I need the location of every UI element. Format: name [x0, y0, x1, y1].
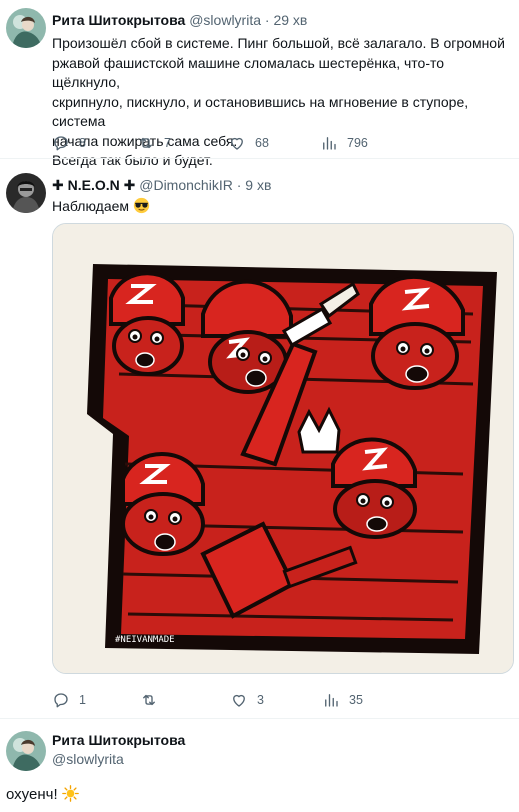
tweet-3[interactable]: Рита Шитокрытова @slowlyrita охуенч! [0, 718, 519, 812]
tweet-text: Наблюдаем [52, 197, 508, 217]
views-button[interactable]: 35 [322, 691, 363, 709]
image-watermark: #NEIVANMADE [115, 635, 175, 645]
tweet-actions: 1 3 35 [52, 691, 492, 711]
like-count: 68 [255, 136, 269, 150]
reply-count: 8 [79, 136, 86, 150]
display-name[interactable]: Рита Шитокрытова [52, 732, 185, 748]
user-handle[interactable]: @slowlyrita [189, 12, 261, 28]
views-button[interactable]: 796 [320, 134, 368, 152]
views-count: 35 [349, 693, 363, 707]
like-button[interactable]: 3 [230, 691, 264, 709]
views-icon [325, 694, 338, 707]
tweet-header: Рита Шитокрытова @slowlyrita [52, 732, 185, 767]
views-icon [323, 137, 336, 150]
tweet-text-line: ржавой фашистской машине сломалась шесте… [52, 54, 445, 91]
like-icon [233, 694, 245, 707]
tweet-text-line: Произошёл сбой в системе. Пинг большой, … [52, 35, 505, 51]
views-count: 796 [347, 136, 368, 150]
retweet-icon [143, 694, 155, 706]
timestamp[interactable]: 9 хв [245, 177, 271, 193]
avatar[interactable] [6, 173, 46, 213]
tweet-text-body: охуенч! [6, 786, 58, 803]
separator-dot: · [236, 177, 242, 193]
separator-dot: · [264, 12, 270, 28]
like-count: 3 [257, 693, 264, 707]
sunglasses-emoji-icon [133, 197, 150, 214]
tweet-image[interactable]: #NEIVANMADE [52, 223, 514, 674]
tweet-header: ✚ N.E.O.N ✚ @DimonchikIR · 9 хв [52, 177, 271, 194]
avatar[interactable] [6, 8, 46, 48]
tweet-text-body: Наблюдаем [52, 198, 130, 214]
tweet-2[interactable]: ✚ N.E.O.N ✚ @DimonchikIR · 9 хв Наблюдае… [0, 158, 519, 719]
reply-icon [54, 693, 68, 708]
display-name[interactable]: Рита Шитокрытова [52, 12, 185, 28]
retweet-icon [140, 137, 152, 149]
reply-button[interactable]: 1 [52, 691, 86, 709]
linocut-artwork: #NEIVANMADE [53, 224, 513, 673]
reply-button[interactable]: 8 [52, 134, 86, 152]
tweet-text: охуенч! [6, 785, 462, 805]
retweet-count: 7 [164, 136, 171, 150]
user-handle[interactable]: @DimonchikIR [139, 177, 233, 193]
tweet-header: Рита Шитокрытова @slowlyrita · 29 хв [52, 12, 307, 28]
reply-icon [54, 136, 68, 151]
tweet-text-line: скрипнуло, пискнуло, и остановившись на … [52, 93, 469, 130]
timestamp[interactable]: 29 хв [273, 12, 307, 28]
sun-emoji-icon [61, 785, 79, 802]
like-button[interactable]: 68 [228, 134, 269, 152]
retweet-button[interactable] [140, 691, 167, 709]
display-name[interactable]: ✚ N.E.O.N ✚ [52, 177, 135, 193]
retweet-button[interactable]: 7 [137, 134, 171, 152]
like-icon [231, 137, 243, 150]
reply-count: 1 [79, 693, 86, 707]
tweet-1[interactable]: Рита Шитокрытова @slowlyrita · 29 хв Про… [0, 0, 519, 168]
tweet-actions: 8 7 68 796 [52, 134, 492, 154]
avatar[interactable] [6, 731, 46, 771]
user-handle[interactable]: @slowlyrita [52, 751, 185, 767]
